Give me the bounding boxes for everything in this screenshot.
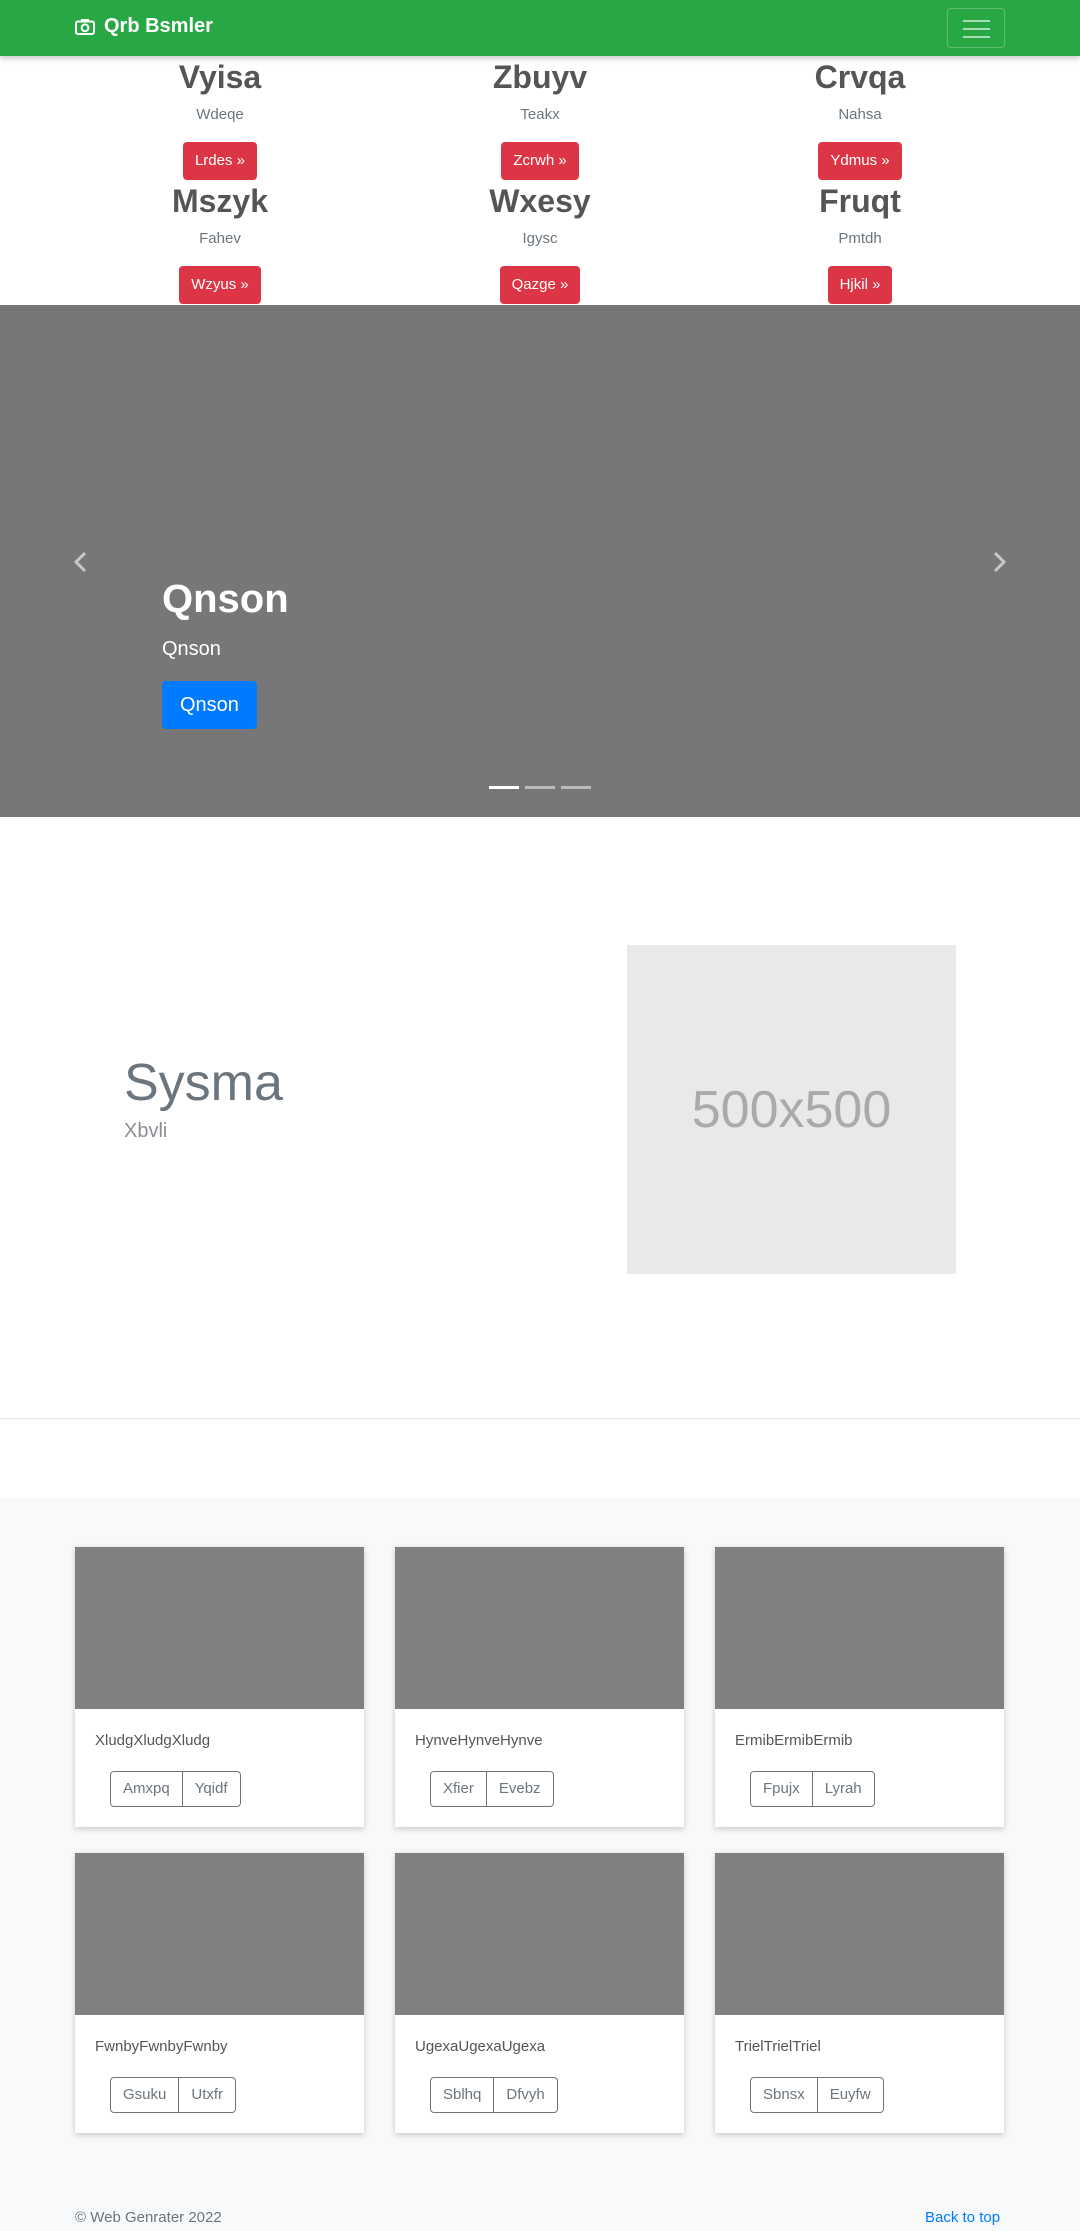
carousel-indicators	[489, 786, 591, 789]
carousel-indicator[interactable]	[525, 786, 555, 789]
brand-link[interactable]: Qrb Bsmler	[75, 15, 213, 38]
back-to-top-link[interactable]: Back to top	[925, 2209, 1000, 2226]
card-text: UgexaUgexaUgexa	[415, 2038, 546, 2055]
grid-subtext: Pmtdh	[838, 230, 882, 247]
grid-heading: Vyisa	[178, 59, 262, 95]
grid-button[interactable]: Ydmus »	[818, 142, 902, 180]
album-card: UgexaUgexaUgexa Sblhq Dfvyh	[395, 1853, 684, 2133]
card-button[interactable]: Yqidf	[182, 1771, 241, 1807]
card-button[interactable]: Utxfr	[179, 2077, 237, 2113]
album-card: HynveHynveHynve Xfier Evebz	[395, 1547, 684, 1827]
card-button-group: Sblhq Dfvyh	[430, 2077, 558, 2113]
feature-heading: Sysma	[124, 1054, 283, 1112]
grid-subtext: Wdeqe	[196, 106, 244, 123]
card-button[interactable]: Xfier	[430, 1771, 487, 1807]
grid-cell: Zbuyv Teakx Zcrwh »	[380, 58, 700, 180]
carousel-indicator[interactable]	[561, 786, 591, 789]
carousel-indicator[interactable]	[489, 786, 519, 789]
card-button-group: Fpujx Lyrah	[750, 1771, 875, 1807]
brand-name: Qrb Bsmler	[104, 15, 213, 37]
camera-icon	[75, 19, 95, 35]
card-button[interactable]: Gsuku	[110, 2077, 180, 2113]
chevron-right-icon[interactable]	[986, 549, 1012, 575]
album-card: ErmibErmibErmib Fpujx Lyrah	[715, 1547, 1004, 1827]
grid-heading: Fruqt	[819, 183, 901, 219]
album-card: TrielTrielTriel Sbnsx Euyfw	[715, 1853, 1004, 2133]
carousel-button[interactable]: Qnson	[162, 681, 257, 729]
album-card: FwnbyFwnbyFwnby Gsuku Utxfr	[75, 1853, 364, 2133]
card-button[interactable]: Dfvyh	[494, 2077, 558, 2113]
card-button-group: Sbnsx Euyfw	[750, 2077, 884, 2113]
card-text: FwnbyFwnbyFwnby	[95, 2038, 228, 2055]
card-image	[395, 1547, 684, 1709]
grid-cell: Wxesy Igysc Qazge »	[380, 182, 700, 304]
grid-button[interactable]: Zcrwh »	[501, 142, 579, 180]
card-button[interactable]: Sbnsx	[750, 2077, 818, 2113]
card-button[interactable]: Lyrah	[812, 1771, 875, 1807]
menu-icon	[963, 20, 990, 22]
card-text: XludgXludgXludg	[95, 1732, 211, 1749]
grid-subtext: Teakx	[520, 106, 560, 123]
card-text: HynveHynveHynve	[415, 1732, 543, 1749]
card-text: TrielTrielTriel	[735, 2038, 821, 2055]
card-image	[715, 1853, 1004, 2015]
grid-cell: Fruqt Pmtdh Hjkil »	[700, 182, 1020, 304]
card-image	[395, 1853, 684, 2015]
card-button[interactable]: Evebz	[486, 1771, 554, 1807]
grid-heading: Crvqa	[814, 59, 906, 95]
placeholder-label: 500x500	[691, 1080, 892, 1139]
card-button-group: Gsuku Utxfr	[110, 2077, 237, 2113]
card-image	[75, 1853, 364, 2015]
grid-heading: Wxesy	[489, 183, 591, 219]
footer-copyright: © Web Genrater 2022	[75, 2209, 222, 2226]
card-text: ErmibErmibErmib	[735, 1732, 853, 1749]
card-button[interactable]: Amxpq	[110, 1771, 183, 1807]
grid-button[interactable]: Wzyus »	[179, 266, 261, 304]
card-image	[75, 1547, 364, 1709]
grid-heading: Mszyk	[171, 183, 269, 219]
feature-image-placeholder: 500x500	[627, 945, 956, 1274]
card-button-group: Amxpq Yqidf	[110, 1771, 241, 1807]
grid-subtext: Nahsa	[838, 106, 882, 123]
carousel-caption: Qnson Qnson Qnson	[162, 577, 289, 729]
grid-subtext: Igysc	[522, 230, 558, 247]
carousel: Qnson Qnson Qnson	[0, 305, 1080, 817]
card-image	[715, 1547, 1004, 1709]
feature-subtitle: Xbvli	[124, 1120, 168, 1142]
navbar: Qrb Bsmler	[0, 0, 1080, 56]
grid-cell: Mszyk Fahev Wzyus »	[60, 182, 380, 304]
carousel-title: Qnson	[162, 577, 289, 621]
album-card: XludgXludgXludg Amxpq Yqidf	[75, 1547, 364, 1827]
card-button[interactable]: Sblhq	[430, 2077, 495, 2113]
card-button[interactable]: Fpujx	[750, 1771, 813, 1807]
chevron-left-icon[interactable]	[68, 549, 94, 575]
navbar-toggler-button[interactable]	[947, 8, 1005, 48]
card-button[interactable]: Euyfw	[817, 2077, 884, 2113]
carousel-text: Qnson	[162, 638, 221, 660]
grid-button[interactable]: Lrdes »	[182, 142, 258, 180]
divider	[0, 1418, 1080, 1419]
grid-cell: Crvqa Nahsa Ydmus »	[700, 58, 1020, 180]
grid-cell: Vyisa Wdeqe Lrdes »	[60, 58, 380, 180]
grid-subtext: Fahev	[199, 230, 241, 247]
grid-heading: Zbuyv	[492, 59, 588, 95]
grid-button[interactable]: Hjkil »	[827, 266, 893, 304]
grid-button[interactable]: Qazge »	[499, 266, 581, 304]
card-button-group: Xfier Evebz	[430, 1771, 554, 1807]
